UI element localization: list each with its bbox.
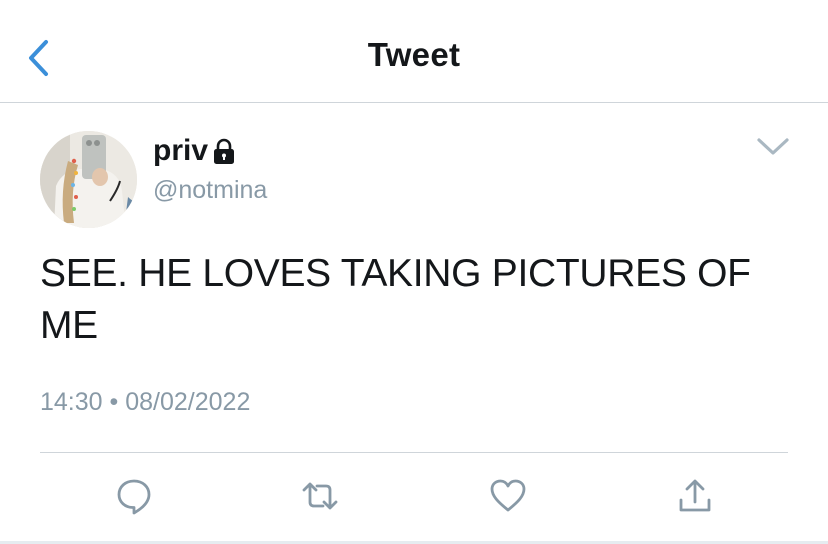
reply-icon[interactable]: [114, 476, 154, 516]
heart-icon[interactable]: [488, 476, 528, 516]
chevron-down-icon[interactable]: [755, 134, 791, 160]
tweet-date: 08/02/2022: [125, 388, 251, 416]
meta-separator: •: [109, 388, 119, 416]
divider: [40, 452, 788, 453]
retweet-icon[interactable]: [300, 476, 340, 516]
tweet-time: 14:30: [40, 388, 103, 416]
lock-icon: [214, 138, 235, 164]
display-name[interactable]: priv: [153, 134, 236, 168]
page-title: Tweet: [367, 36, 461, 73]
avatar[interactable]: [40, 131, 137, 228]
header-bar: Tweet: [0, 0, 828, 103]
tweet-timestamp: 14:30 • 08/02/2022: [40, 388, 250, 417]
display-name-text: priv: [153, 134, 209, 167]
user-handle[interactable]: @notmina: [153, 176, 267, 205]
share-icon[interactable]: [675, 476, 715, 516]
tweet-text: SEE. HE LOVES TAKING PICTURES OF ME: [40, 252, 751, 347]
